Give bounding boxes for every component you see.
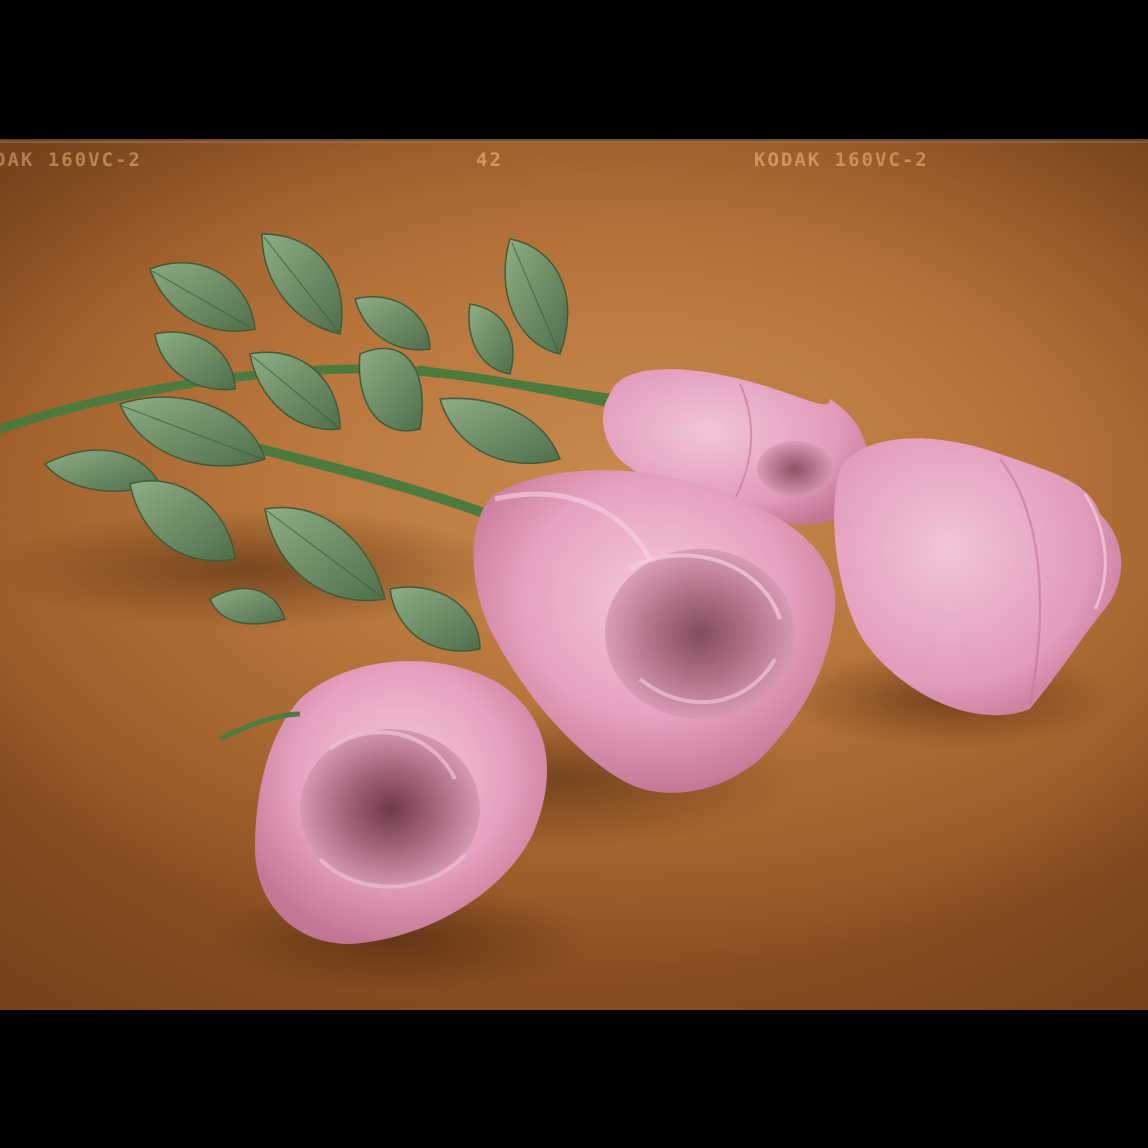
roses-illustration xyxy=(0,233,1122,994)
letterbox-bottom xyxy=(0,1010,1148,1148)
film-frame: DAK 160VC-2 42 KODAK 160VC-2 xyxy=(0,139,1148,1010)
letterbox-top xyxy=(0,0,1148,139)
